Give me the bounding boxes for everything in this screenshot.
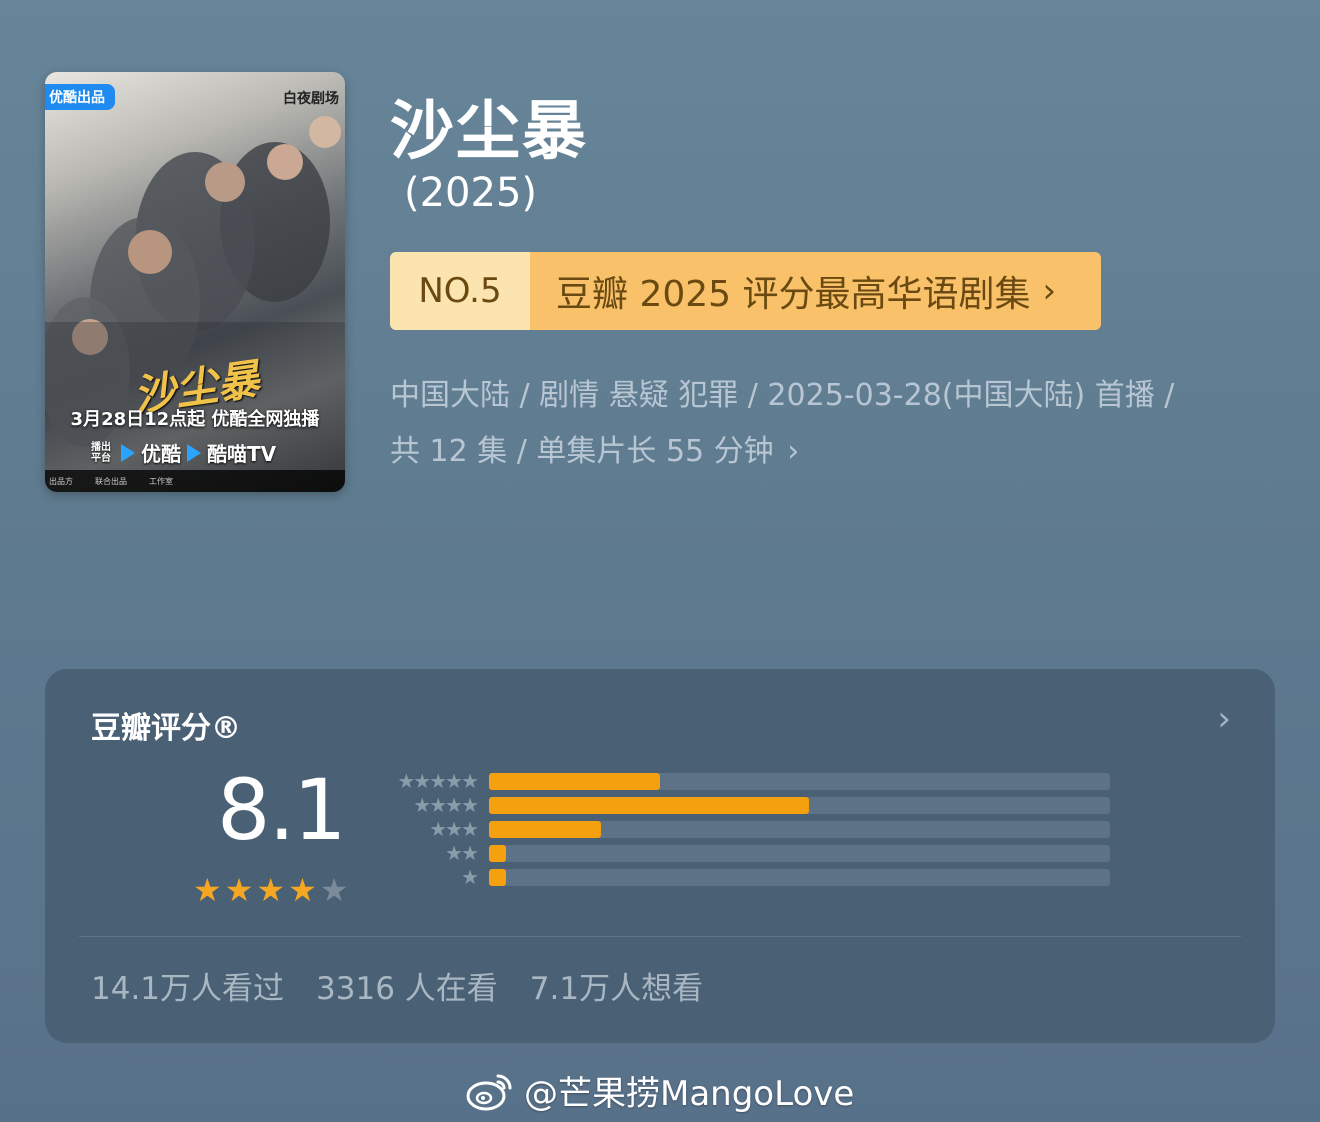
bar-track xyxy=(489,868,1110,886)
bar-track xyxy=(489,772,1110,790)
stat-watched[interactable]: 14.1万人看过 xyxy=(91,963,284,1008)
rating-bar-4-star: ★★★★ xyxy=(385,793,1110,817)
stat-want[interactable]: 7.1万人想看 xyxy=(530,963,703,1008)
star-filled-icon: ★ xyxy=(193,871,222,909)
star-row-icon: ★★ xyxy=(445,841,479,865)
youku-badge: 优酷出品 xyxy=(45,84,115,110)
bar-fill xyxy=(489,820,601,838)
bar-fill xyxy=(489,796,809,814)
platform-youku: 优酷 xyxy=(141,442,181,466)
poster-release-text: 3月28日12点起 优酷全网独播 xyxy=(70,409,320,430)
rating-card[interactable]: 豆瓣评分® › 8.1 ★ ★ ★ ★ ★ ★★★★★ ★★★★ ★★★ ★★ ★ 14.1万人… xyxy=(45,669,1275,1043)
studio-logo: 白夜剧场 xyxy=(283,91,339,107)
rating-stars: ★ ★ ★ ★ ★ xyxy=(193,871,348,909)
star-row-icon: ★★★ xyxy=(429,817,479,841)
platform-kumiao: 酷喵TV xyxy=(207,442,277,466)
poster-platforms: 播出平台 优酷 酷喵TV xyxy=(91,438,276,467)
show-title: 沙尘暴 xyxy=(390,95,588,169)
meta-line-2: 共 12 集 / 单集片长 55 分钟 xyxy=(390,434,774,469)
star-row-icon: ★ xyxy=(461,865,479,889)
poster-credits: 出品方 联合出品 工作室 xyxy=(45,470,345,492)
show-meta[interactable]: 中国大陆 / 剧情 悬疑 犯罪 / 2025-03-28(中国大陆) 首播 / … xyxy=(390,368,1270,480)
show-year: (2025) xyxy=(404,170,538,216)
rank-label: 豆瓣 2025 评分最高华语剧集 xyxy=(556,274,1031,315)
rating-bar-2-star: ★★ xyxy=(385,841,1110,865)
watermark-text: @芒果捞MangoLove xyxy=(524,1074,855,1114)
rating-bar-5-star: ★★★★★ xyxy=(385,769,1110,793)
bar-track xyxy=(489,844,1110,862)
credit-producer: 出品方 xyxy=(49,476,73,486)
youku-logo-icon xyxy=(121,443,135,462)
bar-track xyxy=(489,820,1110,838)
bar-fill xyxy=(489,772,660,790)
chevron-right-icon[interactable]: › xyxy=(1217,699,1231,739)
rating-stats: 14.1万人看过 3316 人在看 7.1万人想看 xyxy=(91,963,703,1008)
meta-line-1: 中国大陆 / 剧情 悬疑 犯罪 / 2025-03-28(中国大陆) 首播 / xyxy=(390,378,1175,413)
chevron-right-icon: › xyxy=(1042,271,1057,311)
star-filled-icon: ★ xyxy=(224,871,254,909)
divider xyxy=(79,936,1241,937)
rank-label-container: 豆瓣 2025 评分最高华语剧集 › xyxy=(530,252,1101,330)
credit-coproducer: 联合出品 xyxy=(95,476,127,486)
star-row-icon: ★★★★ xyxy=(413,793,479,817)
star-empty-icon: ★ xyxy=(319,871,349,909)
ranking-banner[interactable]: NO.5 豆瓣 2025 评分最高华语剧集 › xyxy=(390,252,1101,330)
bar-track xyxy=(489,796,1110,814)
star-row-icon: ★★★★★ xyxy=(397,769,479,793)
poster-image[interactable]: 优酷出品 白夜剧场 沙尘暴 3月28日12点起 优酷全网独播 播出平台 优酷 酷… xyxy=(45,72,345,492)
rank-number: NO.5 xyxy=(390,252,530,330)
watermark: @芒果捞MangoLove xyxy=(466,1066,854,1115)
rating-bar-3-star: ★★★ xyxy=(385,817,1110,841)
meta-line-2-container: 共 12 集 / 单集片长 55 分钟 › xyxy=(390,424,1270,480)
star-filled-icon: ★ xyxy=(288,871,317,909)
credit-studio: 工作室 xyxy=(149,476,173,486)
rating-score: 8.1 xyxy=(217,761,347,859)
rating-card-title: 豆瓣评分® xyxy=(91,711,241,746)
bar-fill xyxy=(489,844,507,862)
weibo-icon xyxy=(466,1074,512,1110)
stat-watching[interactable]: 3316 人在看 xyxy=(316,963,498,1008)
bar-fill xyxy=(489,868,507,886)
kumiao-logo-icon xyxy=(187,443,201,462)
star-filled-icon: ★ xyxy=(256,871,286,909)
rating-distribution: ★★★★★ ★★★★ ★★★ ★★ ★ xyxy=(385,769,1110,889)
rating-bar-1-star: ★ xyxy=(385,865,1110,889)
platform-label: 播出平台 xyxy=(91,441,111,464)
chevron-right-icon: › xyxy=(787,434,800,469)
